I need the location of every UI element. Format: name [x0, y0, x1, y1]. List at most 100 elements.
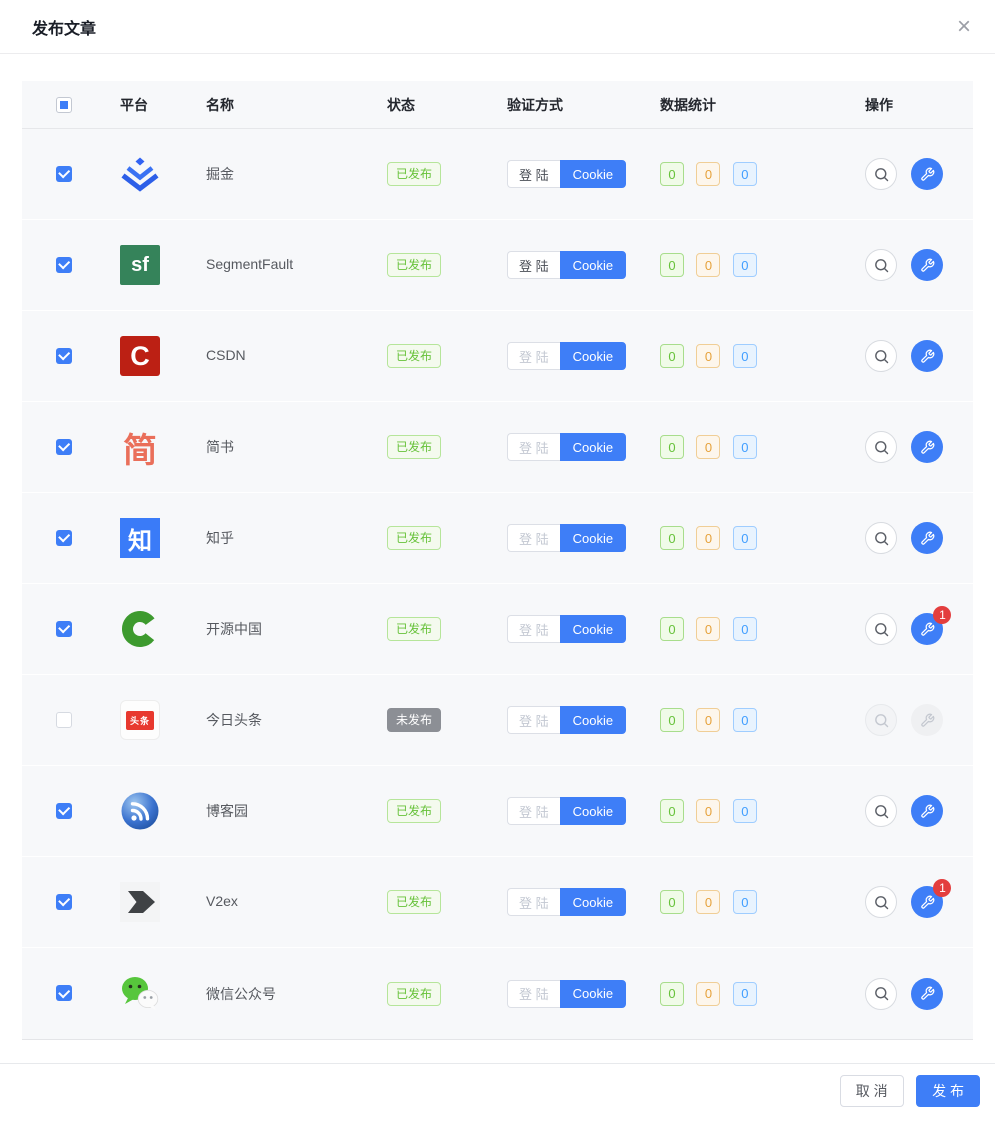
config-button-wrap — [911, 158, 943, 190]
stat-info-count: 0 — [733, 526, 757, 550]
status-badge: 已发布 — [387, 253, 441, 277]
search-icon — [873, 803, 890, 820]
login-button[interactable]: 登 陆 — [507, 433, 560, 461]
cookie-button[interactable]: Cookie — [560, 433, 626, 461]
column-header-platform: 平台 — [120, 95, 206, 115]
stat-warning-count: 0 — [696, 435, 720, 459]
row-checkbox[interactable] — [56, 621, 72, 637]
search-icon — [873, 257, 890, 274]
row-checkbox[interactable] — [56, 257, 72, 273]
preview-button[interactable] — [865, 613, 897, 645]
login-button[interactable]: 登 陆 — [507, 706, 560, 734]
row-checkbox[interactable] — [56, 530, 72, 546]
platform-name: 简书 — [206, 439, 234, 455]
platform-logo: 头条 — [120, 700, 206, 740]
preview-button[interactable] — [865, 340, 897, 372]
stat-warning-count: 0 — [696, 982, 720, 1006]
login-button[interactable]: 登 陆 — [507, 615, 560, 643]
preview-button[interactable] — [865, 978, 897, 1010]
cookie-button[interactable]: Cookie — [560, 251, 626, 279]
verify-button-group: 登 陆 Cookie — [507, 615, 626, 643]
login-button[interactable]: 登 陆 — [507, 160, 560, 188]
stat-success-count: 0 — [660, 982, 684, 1006]
wrench-icon — [920, 531, 935, 546]
config-button[interactable] — [911, 340, 943, 372]
preview-button[interactable] — [865, 249, 897, 281]
jianshu-logo-icon: 简 — [120, 427, 160, 467]
publish-button[interactable]: 发 布 — [916, 1075, 980, 1107]
stat-info-count: 0 — [733, 344, 757, 368]
row-checkbox[interactable] — [56, 348, 72, 364]
login-button[interactable]: 登 陆 — [507, 524, 560, 552]
platform-name: SegmentFault — [206, 256, 293, 272]
cookie-button[interactable]: Cookie — [560, 888, 626, 916]
cookie-button[interactable]: Cookie — [560, 160, 626, 188]
config-button-wrap — [911, 795, 943, 827]
stat-warning-count: 0 — [696, 344, 720, 368]
platform-name: 今日头条 — [206, 712, 262, 728]
row-checkbox[interactable] — [56, 803, 72, 819]
config-button[interactable] — [911, 795, 943, 827]
cookie-button[interactable]: Cookie — [560, 524, 626, 552]
wrench-icon — [920, 986, 935, 1001]
cookie-button[interactable]: Cookie — [560, 706, 626, 734]
cancel-button[interactable]: 取 消 — [840, 1075, 904, 1107]
stat-success-count: 0 — [660, 344, 684, 368]
verify-button-group: 登 陆 Cookie — [507, 160, 626, 188]
close-button[interactable]: × — [951, 13, 977, 41]
wrench-icon — [920, 349, 935, 364]
config-button-wrap — [911, 249, 943, 281]
juejin-logo-icon — [120, 154, 160, 194]
config-button[interactable] — [911, 522, 943, 554]
cnblogs-logo-icon — [120, 791, 160, 831]
dialog-header: 发布文章 × — [0, 0, 995, 54]
row-checkbox[interactable] — [56, 985, 72, 1001]
stat-success-count: 0 — [660, 253, 684, 277]
stat-warning-count: 0 — [696, 708, 720, 732]
config-button[interactable] — [911, 704, 943, 736]
preview-button[interactable] — [865, 704, 897, 736]
cookie-button[interactable]: Cookie — [560, 615, 626, 643]
row-checkbox[interactable] — [56, 712, 72, 728]
preview-button[interactable] — [865, 158, 897, 190]
stat-success-count: 0 — [660, 890, 684, 914]
platform-logo: 简 — [120, 427, 206, 467]
platform-name: 博客园 — [206, 803, 248, 819]
table-row: 博客园 已发布 登 陆 Cookie 0 0 0 — [22, 766, 973, 857]
config-button[interactable] — [911, 978, 943, 1010]
login-button[interactable]: 登 陆 — [507, 251, 560, 279]
preview-button[interactable] — [865, 795, 897, 827]
search-icon — [873, 621, 890, 638]
preview-button[interactable] — [865, 522, 897, 554]
column-header-verify: 验证方式 — [507, 95, 660, 115]
platform-logo: C — [120, 336, 206, 376]
login-button[interactable]: 登 陆 — [507, 980, 560, 1008]
status-badge: 已发布 — [387, 982, 441, 1006]
platform-logo — [120, 791, 206, 831]
row-checkbox[interactable] — [56, 166, 72, 182]
cookie-button[interactable]: Cookie — [560, 797, 626, 825]
preview-button[interactable] — [865, 431, 897, 463]
search-icon — [873, 712, 890, 729]
config-button-wrap — [911, 522, 943, 554]
wrench-icon — [920, 804, 935, 819]
stat-info-count: 0 — [733, 617, 757, 641]
notification-badge: 1 — [933, 606, 951, 624]
stat-success-count: 0 — [660, 617, 684, 641]
preview-button[interactable] — [865, 886, 897, 918]
row-checkbox[interactable] — [56, 894, 72, 910]
row-checkbox[interactable] — [56, 439, 72, 455]
config-button[interactable] — [911, 249, 943, 281]
select-all-checkbox[interactable] — [56, 97, 72, 113]
cookie-button[interactable]: Cookie — [560, 980, 626, 1008]
cookie-button[interactable]: Cookie — [560, 342, 626, 370]
login-button[interactable]: 登 陆 — [507, 342, 560, 370]
config-button-wrap: 1 — [911, 886, 943, 918]
login-button[interactable]: 登 陆 — [507, 888, 560, 916]
verify-button-group: 登 陆 Cookie — [507, 797, 626, 825]
config-button[interactable] — [911, 158, 943, 190]
platform-logo — [120, 609, 206, 649]
login-button[interactable]: 登 陆 — [507, 797, 560, 825]
csdn-logo-icon: C — [120, 336, 160, 376]
config-button[interactable] — [911, 431, 943, 463]
